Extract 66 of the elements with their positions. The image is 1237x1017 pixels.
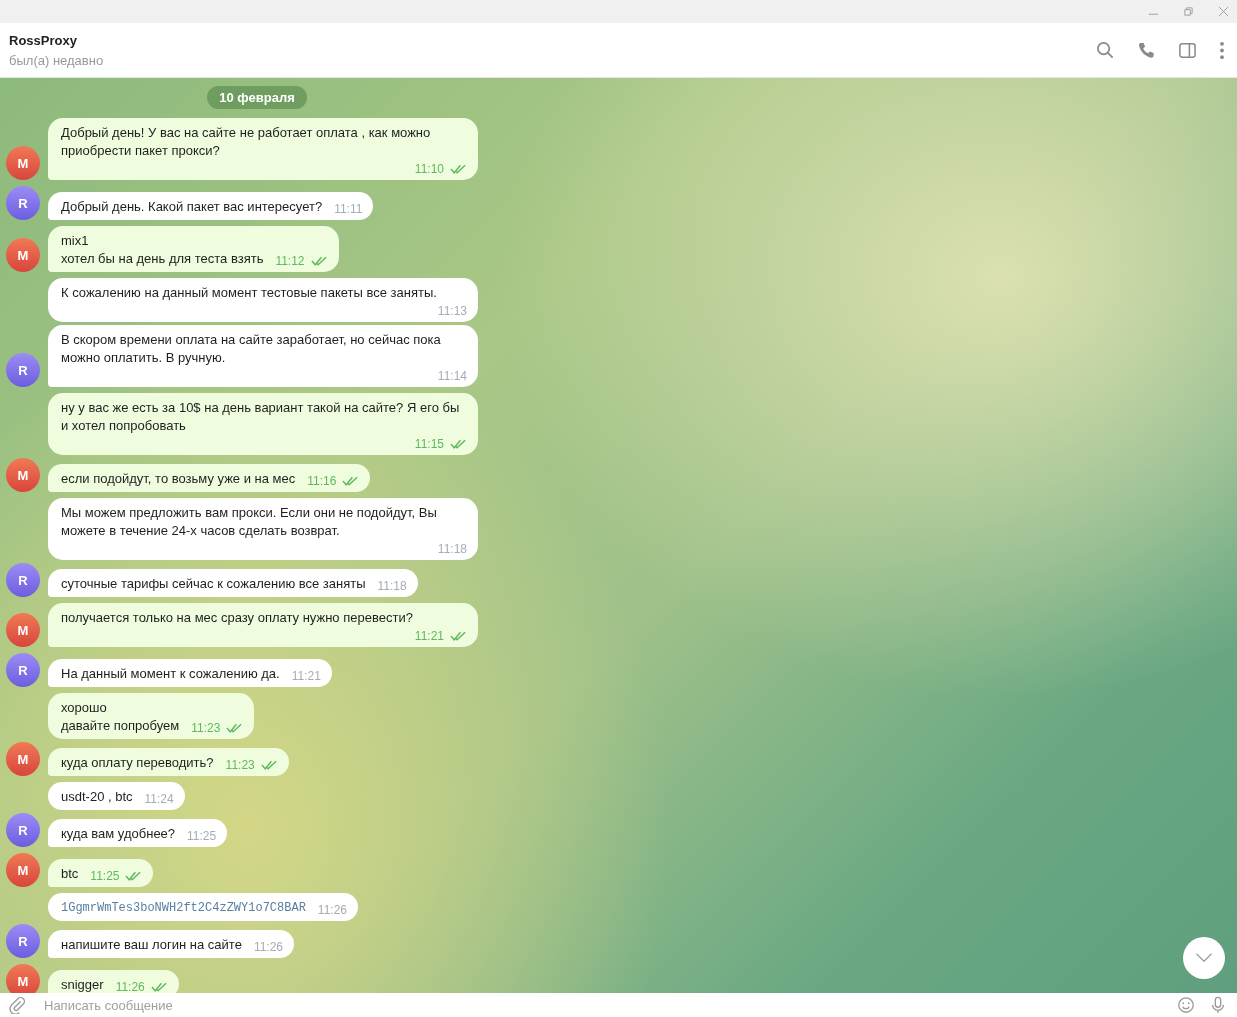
message-time: 11:14 [437,368,467,385]
emoji-icon[interactable] [1177,996,1195,1014]
avatar[interactable]: R [6,924,40,958]
avatar[interactable]: M [6,238,40,272]
message-time: 11:25 [90,868,120,885]
message-time: 11:26 [115,979,145,993]
message-text: Добрый день. Какой пакет вас интересует? [61,198,323,216]
message-text: суточные тарифы сейчас к сожалению все заняты [61,575,366,593]
message-text: 1GgmrWmTes3boNWH2ft2C4zZWY1o7C8BAR [61,900,306,917]
message-time: 11:23 [225,757,255,774]
message-text: mix1 хотел бы на день для теста взять [61,232,264,268]
avatar[interactable]: R [6,186,40,220]
message-time: 11:18 [437,541,467,558]
message-time: 11:12 [275,253,305,270]
message-text: К сожалению на данный момент тестовые пакеты все заняты. [61,284,437,302]
scroll-down-button[interactable] [1183,937,1225,979]
date-badge: 10 февраля [207,86,307,109]
microphone-icon[interactable] [1209,996,1227,1014]
message-time: 11:25 [187,828,217,845]
search-icon[interactable] [1096,40,1115,60]
message-time: 11:15 [414,436,444,453]
message-text: В скором времени оплата на сайте заработает, но сейчас пока можно оплатить. В ручную. [61,331,442,367]
avatar[interactable]: M [6,742,40,776]
message-text: usdt-20 , btc [61,788,133,806]
paperclip-icon[interactable] [8,996,26,1014]
chat-title: RossProxy [9,32,78,48]
phone-icon[interactable] [1137,40,1156,60]
message-text: btc [61,865,79,883]
message-time: 11:24 [144,791,174,808]
message-text: куда оплату переводить? [61,754,214,772]
message-time: 11:11 [334,201,363,218]
avatar[interactable]: R [6,813,40,847]
avatar[interactable]: M [6,964,40,993]
message-time: 11:18 [377,578,407,595]
message-text: если подойдут, то возьму уже и на мес [61,470,296,488]
message-text: напишите ваш логин на сайте [61,936,242,954]
last-seen-status: был(а) недавно [9,52,104,68]
message-text: snigger [61,976,104,993]
message-time: 11:16 [307,473,337,490]
message-text: Добрый день! У вас на сайте не работает оплата , как можно приобрести пакет прокси? [61,124,432,160]
avatar[interactable]: M [6,458,40,492]
message-input[interactable]: Написать сообщение [40,996,1163,1014]
message-time: 11:13 [437,303,467,320]
message-text: получается только на мес сразу оплату нужно перевести? [61,609,413,627]
message-time: 11:21 [291,668,321,685]
avatar[interactable]: M [6,853,40,887]
message-time: 11:21 [414,628,444,645]
avatar[interactable]: R [6,353,40,387]
avatar[interactable]: R [6,653,40,687]
message-text: Мы можем предложить вам прокси. Если они не подойдут, Вы можете в течение 24-х часов сделать возврат. [61,504,438,540]
message-time: 11:10 [414,161,444,178]
message-text: На данный момент к сожалению да. [61,665,280,683]
more-icon[interactable] [1219,40,1225,60]
close-icon[interactable] [1218,6,1229,17]
avatar[interactable]: M [6,613,40,647]
sidebar-icon[interactable] [1178,40,1197,60]
message-text: хорошо давайте попробуем [61,699,180,735]
restore-icon[interactable] [1183,6,1194,17]
message-time: 11:26 [317,902,347,919]
message-time: 11:26 [253,939,284,956]
avatar[interactable]: M [6,146,40,180]
chevron-down-icon [1195,953,1213,963]
message-time: 11:23 [191,720,221,737]
message-text: куда вам удобнее? [61,825,176,843]
message-text: ну у вас же есть за 10$ на день вариант такой на сайте? Я его бы и хотел попробовать [61,399,461,435]
avatar[interactable]: R [6,563,40,597]
